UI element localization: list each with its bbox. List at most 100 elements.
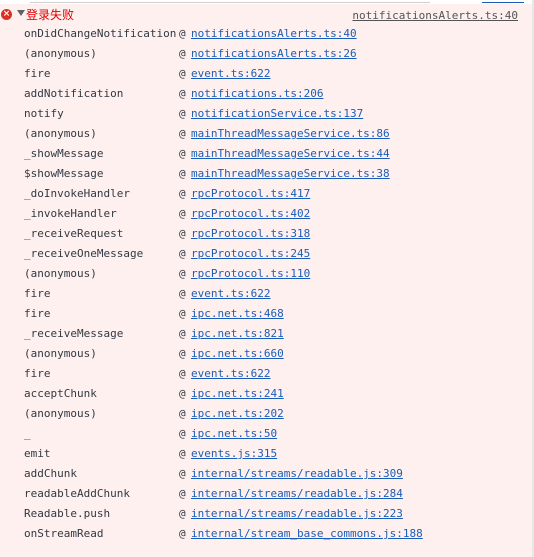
stack-frame-source-link[interactable]: notificationsAlerts.ts:26 bbox=[191, 44, 357, 64]
stack-frame: onDidChangeNotification @ notificationsAle… bbox=[0, 24, 534, 44]
stack-frame-function: onDidChangeNotification bbox=[24, 27, 177, 40]
stack-frame-source-link[interactable]: event.ts:622 bbox=[191, 364, 270, 384]
stack-frame-source-link[interactable]: mainThreadMessageService.ts:86 bbox=[191, 124, 390, 144]
stack-frame: fire @ ipc.net.ts:468 bbox=[0, 304, 534, 324]
stack-frame-at-symbol: @ bbox=[179, 167, 186, 180]
stack-frame-function: fire bbox=[24, 67, 51, 80]
stack-frame-function: notify bbox=[24, 107, 64, 120]
stack-frame: _receiveRequest @ rpcProtocol.ts:318 bbox=[0, 224, 534, 244]
stack-frame-function: (anonymous) bbox=[24, 267, 97, 280]
stack-frame-at-symbol: @ bbox=[179, 427, 186, 440]
error-title: 登录失败 bbox=[26, 8, 75, 22]
stack-frame-at-symbol: @ bbox=[179, 307, 186, 320]
stack-frame-at-symbol: @ bbox=[179, 407, 186, 420]
stack-frame: fire @ event.ts:622 bbox=[0, 64, 534, 84]
stack-frame: _invokeHandler @ rpcProtocol.ts:402 bbox=[0, 204, 534, 224]
stack-frame: addChunk @ internal/streams/readable.js:30… bbox=[0, 464, 534, 484]
stack-frame-function: _showMessage bbox=[24, 147, 104, 160]
stack-frame-source-link[interactable]: rpcProtocol.ts:110 bbox=[191, 264, 310, 284]
stack-frame-function: _receiveOneMessage bbox=[24, 247, 144, 260]
stack-frame-source-link[interactable]: rpcProtocol.ts:402 bbox=[191, 204, 310, 224]
stack-frame-source-link[interactable]: ipc.net.ts:468 bbox=[191, 304, 284, 324]
stack-frame: _receiveMessage @ ipc.net.ts:821 bbox=[0, 324, 534, 344]
stack-frame: (anonymous) @ notificationsAlerts.ts:26 bbox=[0, 44, 534, 64]
stack-frame-source-link[interactable]: ipc.net.ts:821 bbox=[191, 324, 284, 344]
stack-frame-at-symbol: @ bbox=[179, 207, 186, 220]
stack-frame-function: fire bbox=[24, 367, 51, 380]
stack-frame-at-symbol: @ bbox=[179, 447, 186, 460]
stack-frame-function: (anonymous) bbox=[24, 347, 97, 360]
stack-frame: notify @ notificationService.ts:137 bbox=[0, 104, 534, 124]
stack-frame-function: readableAddChunk bbox=[24, 487, 130, 500]
stack-frame-function: (anonymous) bbox=[24, 127, 97, 140]
stack-frame-at-symbol: @ bbox=[179, 187, 186, 200]
stack-frame-at-symbol: @ bbox=[179, 287, 186, 300]
stack-frame-at-symbol: @ bbox=[179, 507, 186, 520]
stack-frame-at-symbol: @ bbox=[179, 487, 186, 500]
stack-frame: (anonymous) @ ipc.net.ts:660 bbox=[0, 344, 534, 364]
stack-frame-source-link[interactable]: ipc.net.ts:50 bbox=[191, 424, 277, 444]
stack-frame-source-link[interactable]: rpcProtocol.ts:417 bbox=[191, 184, 310, 204]
stack-frame-source-link[interactable]: event.ts:622 bbox=[191, 284, 270, 304]
stack-frame-source-link[interactable]: ipc.net.ts:241 bbox=[191, 384, 284, 404]
error-source-link[interactable]: notificationsAlerts.ts:40 bbox=[352, 8, 518, 23]
stack-frame-source-link[interactable]: rpcProtocol.ts:318 bbox=[191, 224, 310, 244]
stack-frame-function: _ bbox=[24, 427, 31, 440]
stack-frame-at-symbol: @ bbox=[179, 327, 186, 340]
stack-frame-function: fire bbox=[24, 287, 51, 300]
stack-frame: fire @ event.ts:622 bbox=[0, 364, 534, 384]
stack-frame: _doInvokeHandler @ rpcProtocol.ts:417 bbox=[0, 184, 534, 204]
stack-frame-function: emit bbox=[24, 447, 51, 460]
stack-frame-source-link[interactable]: mainThreadMessageService.ts:44 bbox=[191, 144, 390, 164]
previous-message-link-edge[interactable] bbox=[482, 0, 524, 3]
stack-frame-source-link[interactable]: events.js:315 bbox=[191, 444, 277, 464]
stack-frame-at-symbol: @ bbox=[179, 227, 186, 240]
stack-frame-at-symbol: @ bbox=[179, 347, 186, 360]
stack-frame-at-symbol: @ bbox=[179, 67, 186, 80]
stack-frame-function: acceptChunk bbox=[24, 387, 97, 400]
stack-frame-at-symbol: @ bbox=[179, 247, 186, 260]
stack-frame-source-link[interactable]: internal/streams/readable.js:309 bbox=[191, 464, 403, 484]
stack-frame-function: _invokeHandler bbox=[24, 207, 117, 220]
stack-frame-at-symbol: @ bbox=[179, 527, 186, 540]
stack-frame-function: (anonymous) bbox=[24, 47, 97, 60]
stack-frame-at-symbol: @ bbox=[179, 87, 186, 100]
stack-frame-source-link[interactable]: ipc.net.ts:660 bbox=[191, 344, 284, 364]
error-header[interactable]: × 登录失败 notificationsAlerts.ts:40 bbox=[0, 6, 534, 26]
stack-frame-function: addChunk bbox=[24, 467, 77, 480]
stack-frame: addNotification @ notifications.ts:206 bbox=[0, 84, 534, 104]
stack-frame-at-symbol: @ bbox=[179, 47, 186, 60]
stack-frame-source-link[interactable]: notificationService.ts:137 bbox=[191, 104, 363, 124]
stack-frame-function: _receiveRequest bbox=[24, 227, 124, 240]
stack-trace: onDidChangeNotification @ notificationsAle… bbox=[0, 24, 534, 544]
stack-frame: fire @ event.ts:622 bbox=[0, 284, 534, 304]
triangle-down-icon[interactable] bbox=[17, 10, 25, 16]
previous-message-edge bbox=[0, 0, 534, 4]
stack-frame: Readable.push @ internal/streams/readable.… bbox=[0, 504, 534, 524]
stack-frame: readableAddChunk @ internal/streams/readab… bbox=[0, 484, 534, 504]
stack-frame: _receiveOneMessage @ rpcProtocol.ts:245 bbox=[0, 244, 534, 264]
stack-frame-source-link[interactable]: notifications.ts:206 bbox=[191, 84, 323, 104]
stack-frame: (anonymous) @ ipc.net.ts:202 bbox=[0, 404, 534, 424]
stack-frame-function: Readable.push bbox=[24, 507, 111, 520]
stack-frame: $showMessage @ mainThreadMessageService.ts… bbox=[0, 164, 534, 184]
stack-frame-source-link[interactable]: event.ts:622 bbox=[191, 64, 270, 84]
stack-frame: onStreamRead @ internal/stream_base_common… bbox=[0, 524, 534, 544]
stack-frame: (anonymous) @ mainThreadMessageService.ts:… bbox=[0, 124, 534, 144]
stack-frame-function: (anonymous) bbox=[24, 407, 97, 420]
stack-frame-source-link[interactable]: mainThreadMessageService.ts:38 bbox=[191, 164, 390, 184]
stack-frame-function: fire bbox=[24, 307, 51, 320]
stack-frame-source-link[interactable]: rpcProtocol.ts:245 bbox=[191, 244, 310, 264]
stack-frame: acceptChunk @ ipc.net.ts:241 bbox=[0, 384, 534, 404]
stack-frame-at-symbol: @ bbox=[179, 27, 186, 40]
error-circle-icon: × bbox=[1, 9, 12, 20]
stack-frame-source-link[interactable]: internal/streams/readable.js:223 bbox=[191, 504, 403, 524]
stack-frame-source-link[interactable]: internal/stream_base_commons.js:188 bbox=[191, 524, 423, 544]
stack-frame-function: onStreamRead bbox=[24, 527, 104, 540]
stack-frame-source-link[interactable]: internal/streams/readable.js:284 bbox=[191, 484, 403, 504]
stack-frame-source-link[interactable]: ipc.net.ts:202 bbox=[191, 404, 284, 424]
stack-frame: _ @ ipc.net.ts:50 bbox=[0, 424, 534, 444]
stack-frame-at-symbol: @ bbox=[179, 107, 186, 120]
stack-frame-source-link[interactable]: notificationsAlerts.ts:40 bbox=[191, 24, 357, 44]
stack-frame-function: _doInvokeHandler bbox=[24, 187, 130, 200]
